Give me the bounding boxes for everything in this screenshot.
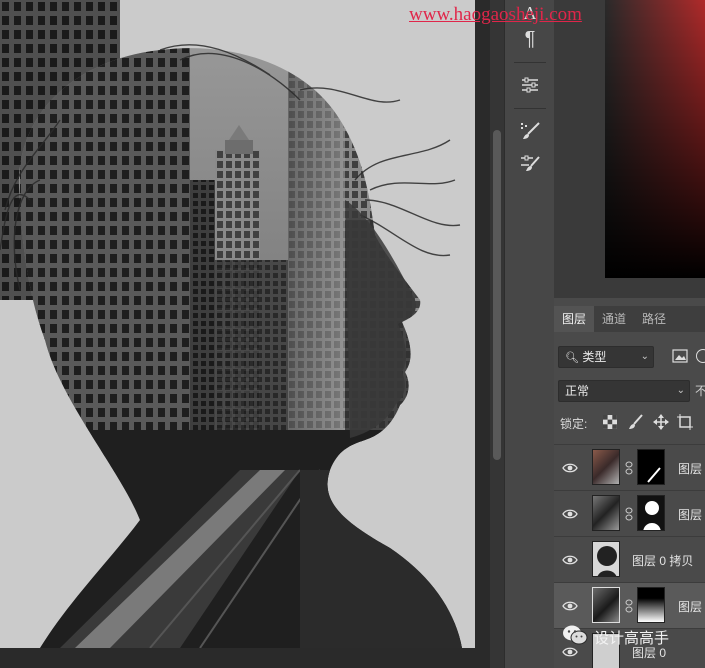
tab-layers[interactable]: 图层 xyxy=(554,306,595,332)
lock-position-icon[interactable] xyxy=(653,414,669,430)
layer-row-selected[interactable]: 图层 xyxy=(554,582,705,628)
tool-divider xyxy=(514,108,546,109)
panel-tool-column: A ¶ xyxy=(504,0,554,668)
layer-filter-select[interactable]: 🔍︎ 类型 ⌄ xyxy=(558,346,654,368)
layer-thumbnail xyxy=(592,541,620,577)
layer-mask-thumbnail[interactable] xyxy=(637,587,665,623)
layer-row[interactable]: 图层 xyxy=(554,490,705,536)
layer-mask-thumbnail[interactable] xyxy=(637,449,665,485)
opacity-label: 不 xyxy=(695,384,705,398)
visibility-eye-icon[interactable] xyxy=(562,598,578,614)
tool-divider xyxy=(514,62,546,63)
tab-channels[interactable]: 通道 xyxy=(594,306,634,332)
wechat-logo-icon xyxy=(562,624,588,650)
lock-image-pixels-icon[interactable] xyxy=(628,414,644,430)
visibility-eye-icon[interactable] xyxy=(562,460,578,476)
layer-name: 图层 0 拷贝 xyxy=(632,554,694,568)
layer-name: 图层 xyxy=(678,462,703,476)
layer-thumbnail xyxy=(592,495,620,531)
layer-row[interactable]: 图层 0 拷贝 xyxy=(554,536,705,582)
canvas-vertical-scrollbar[interactable] xyxy=(490,0,504,668)
color-saturation-field[interactable] xyxy=(605,0,705,278)
watermark-url-link[interactable]: www.haogaosheji.com xyxy=(409,4,582,26)
mask-link-icon[interactable] xyxy=(625,599,633,613)
artwork-image xyxy=(0,0,475,648)
lock-label: 锁定: xyxy=(560,417,588,431)
layer-thumbnail xyxy=(592,587,620,623)
wechat-account-badge: 设计高高手 xyxy=(562,625,669,649)
lock-artboard-icon[interactable] xyxy=(677,414,693,430)
wechat-account-name: 设计高高手 xyxy=(594,629,670,647)
paragraph-icon[interactable]: ¶ xyxy=(513,22,547,56)
layer-mask-thumbnail[interactable] xyxy=(637,495,665,531)
document-canvas-area[interactable] xyxy=(0,0,504,668)
search-icon: 🔍︎ xyxy=(565,352,579,364)
blend-mode-select[interactable]: 正常 ⌄ xyxy=(558,380,690,402)
layer-row[interactable]: 图层 xyxy=(554,444,705,490)
layer-name: 图层 xyxy=(678,508,703,522)
layer-name: 图层 xyxy=(678,600,703,614)
chevron-down-icon: ⌄ xyxy=(676,385,685,396)
double-exposure-artwork[interactable] xyxy=(0,0,475,648)
layers-panel-tabs: 图层 通道 路径 xyxy=(554,306,705,332)
chevron-down-icon: ⌄ xyxy=(640,351,649,362)
color-picker-panel xyxy=(554,0,705,298)
scrollbar-thumb[interactable] xyxy=(493,130,501,460)
brush-settings-icon[interactable] xyxy=(513,114,547,148)
tab-paths[interactable]: 路径 xyxy=(634,306,674,332)
mask-link-icon[interactable] xyxy=(625,461,633,475)
mask-link-icon[interactable] xyxy=(625,507,633,521)
visibility-eye-icon[interactable] xyxy=(562,552,578,568)
layers-panel: 图层 通道 路径 🔍︎ 类型 ⌄ 正常 ⌄ 不 锁定: 图层 图层 图层 0 拷… xyxy=(554,298,705,668)
lock-transparent-pixels-icon[interactable] xyxy=(602,414,618,430)
lock-row: 锁定: xyxy=(554,412,705,434)
filter-pixel-layer-icon[interactable] xyxy=(672,349,688,363)
visibility-eye-icon[interactable] xyxy=(562,506,578,522)
brush-presets-icon[interactable] xyxy=(513,146,547,180)
layer-thumbnail xyxy=(592,449,620,485)
adjustments-sliders-icon[interactable] xyxy=(513,68,547,102)
filter-adjustment-layer-icon[interactable] xyxy=(696,349,705,363)
